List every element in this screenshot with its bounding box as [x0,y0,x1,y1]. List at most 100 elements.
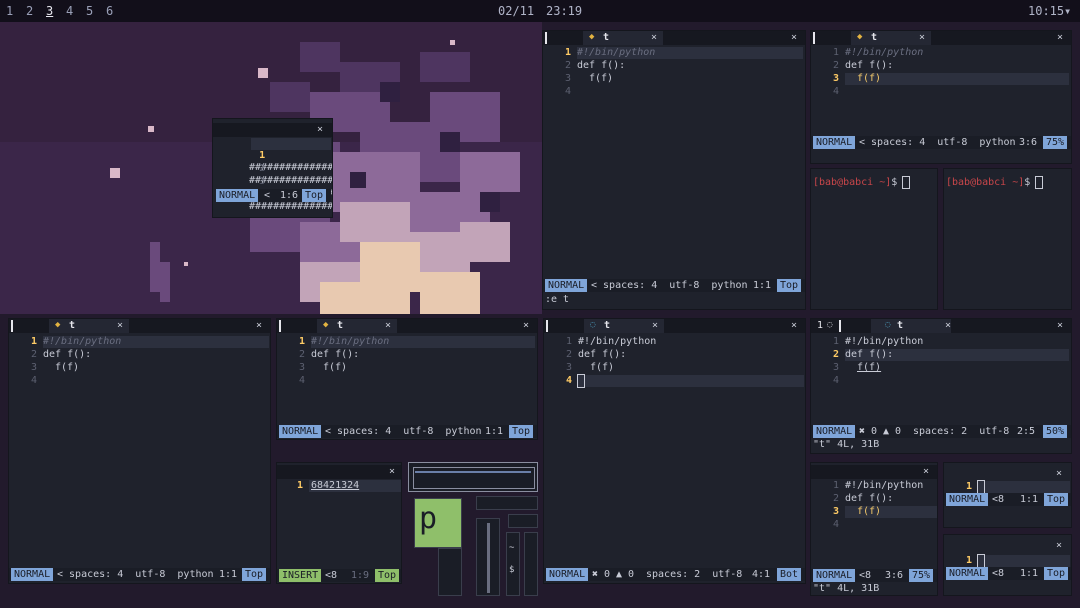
warning-icon: ▲ [616,569,623,580]
tab-t[interactable]: ◌ t × [871,319,951,333]
terminal-window[interactable]: [bab@babci ~]$ [943,168,1072,310]
scroll-percent: 50% [1043,425,1068,438]
letter-preview[interactable]: p [414,498,462,548]
top-bar: 1 2 3 4 5 6 02/11 23:19 10:15 ▾ [0,0,1080,22]
buffer-circle-icon: ◌ [827,320,833,330]
cursor-position: 4:1 [752,569,771,580]
close-window-icon[interactable]: × [523,320,529,331]
close-icon[interactable]: × [385,320,391,331]
mini-pane[interactable] [438,548,462,596]
tab-t[interactable]: ◆ t × [583,31,663,45]
cursor-position: 1:1 [1020,494,1039,505]
minimap-line [415,471,531,473]
tab-bar [277,465,401,479]
mini-pane[interactable] [508,514,538,528]
tab-t[interactable]: ◆ t × [49,319,129,333]
insert-editor-window[interactable]: × 1 68421324 INSERT <8 1:9 Top [276,462,402,584]
workspace-3[interactable]: 3 [46,4,53,18]
workspace-4[interactable]: 4 [66,4,73,18]
scroll-percent: Top [777,279,802,292]
time-display: 23:19 [546,4,583,18]
mini-pane[interactable] [476,496,538,510]
letter-glyph: p [419,501,438,536]
close-icon[interactable]: × [317,124,323,135]
small-editor-window[interactable]: × 1 NORMAL <8 1:1 Top [943,534,1072,596]
number-input[interactable]: 68421324 [311,480,359,492]
workspace-6[interactable]: 6 [106,4,113,18]
status-line: NORMAL < spaces: 4 utf-8 python 1:1 Top [9,568,270,581]
status-sep: < [264,190,271,201]
editor-window[interactable]: ◌ t × × 1 #!/bin/python 2 def f(): 3 f(f) 4… [543,318,806,584]
scroll-percent: 75% [1043,136,1068,149]
focus-marker [839,320,841,332]
python-file-icon: ◌ [590,320,596,330]
close-window-icon[interactable]: × [256,320,262,331]
workspace-5[interactable]: 5 [86,4,93,18]
code-line: 4 ############## [227,177,332,212]
close-window-icon[interactable]: × [1057,32,1063,43]
close-icon[interactable]: × [652,320,658,331]
scroll-percent: Top [1044,567,1069,580]
mini-dollar: $ [509,565,515,575]
workspace-1[interactable]: 1 [6,4,13,18]
tray-menu-icon[interactable]: ▾ [1064,4,1071,18]
tab-t[interactable]: ◌ t × [584,319,664,333]
cursor-position: 1:1 [753,280,772,291]
workspace-2[interactable]: 2 [26,4,33,18]
date-display: 02/11 [498,4,535,18]
close-icon[interactable]: × [389,466,395,477]
focus-marker [279,320,281,332]
focus-marker [813,32,815,44]
mini-pane[interactable] [476,518,500,596]
mode-indicator: NORMAL [216,189,259,202]
error-count: 0 [604,569,611,580]
minimap-preview[interactable] [408,462,538,492]
close-icon[interactable]: × [945,320,951,331]
cursor-position: 1:9 [351,570,370,581]
focus-marker [11,320,13,332]
tab-label: t [603,32,610,43]
tab-label: t [897,320,904,331]
cursor-position: 1:1 [1020,568,1039,579]
close-window-icon[interactable]: × [791,32,797,43]
editor-window[interactable]: ◆ t × × 1 #!/bin/python 2 def f(): 3 f(f) 4… [542,30,806,310]
editor-window[interactable]: 1 ◌ ◌ t × × 1 #!/bin/python 2 def f(): 3 f(… [810,318,1072,454]
status-line: NORMAL < spaces: 4 utf-8 python 3:6 75% [811,136,1071,149]
floating-editor-window[interactable]: × 1 ############## 2 ############## 3 ##… [212,118,333,218]
tab-label: t [69,320,76,331]
line-number: 3 [259,176,266,187]
small-editor-window[interactable]: × 1 #!/bin/python 2 def f(): 3 f(f) 4 NORMA… [810,462,938,596]
status-sep: <8 [859,570,872,581]
close-window-icon[interactable]: × [1057,320,1063,331]
mode-indicator: NORMAL [813,425,856,438]
mini-pane[interactable]: ~ $ [506,532,520,596]
tab-t[interactable]: ◆ t × [317,319,397,333]
tab-t[interactable]: ◆ t × [851,31,931,45]
python-file-icon: ◆ [55,320,61,330]
status-line: NORMAL < spaces: 4 utf-8 python 1:1 Top [543,279,805,292]
command-line[interactable]: :e t [545,294,569,305]
editor-window[interactable]: ◆ t × × 1 #!/bin/python 2 def f(): 3 f(f) 4… [810,30,1072,164]
code-line: 3 ############## [227,164,332,199]
editor-window[interactable]: ◆ t × × 1 #!/bin/python 2 def f(): 3 f(f) 4… [276,318,538,440]
error-icon: ✖ [859,426,866,437]
cursorline [251,138,331,150]
close-window-icon[interactable]: × [791,320,797,331]
scrollbar-thumb[interactable] [487,523,490,593]
close-icon[interactable]: × [923,466,929,477]
scroll-percent: Top [302,189,327,202]
scroll-percent: Top [242,568,267,581]
terminal-window[interactable]: [bab@babci ~]$ [810,168,938,310]
close-icon[interactable]: × [1056,540,1062,551]
close-icon[interactable]: × [651,32,657,43]
mini-pane[interactable] [524,532,538,596]
close-icon[interactable]: × [919,32,925,43]
status-line: NORMAL ✖ 0 ▲ 0 spaces: 2 utf-8 2:5 50% [811,425,1071,438]
cursor-position: 1:1 [219,569,238,580]
small-editor-window[interactable]: × 1 NORMAL <8 1:1 Top [943,462,1072,528]
close-icon[interactable]: × [1056,468,1062,479]
shell-prompt: [bab@babci ~]$ [813,176,911,189]
editor-window[interactable]: ◆ t × × 1 #!/bin/python 2 def f(): 3 f(f) 4… [8,318,271,584]
close-icon[interactable]: × [117,320,123,331]
error-count: 0 [871,426,878,437]
